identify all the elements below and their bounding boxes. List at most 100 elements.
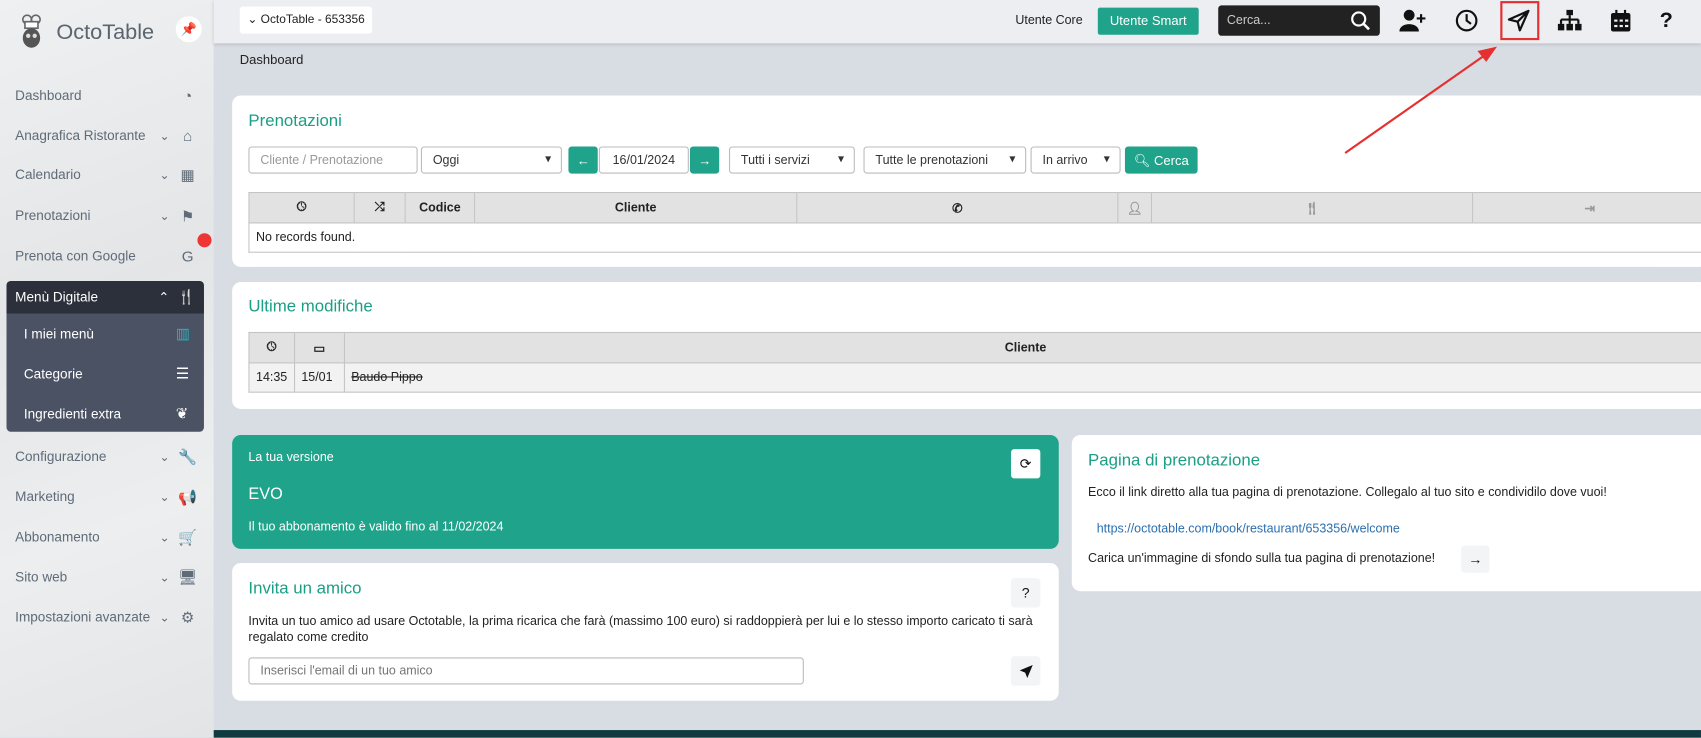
- sitemap-icon[interactable]: [1553, 5, 1586, 35]
- sidebar-item-calendario[interactable]: Calendario ⌄ ▦: [0, 156, 214, 193]
- add-user-icon[interactable]: [1397, 5, 1430, 35]
- annotation-highlight-box: [1500, 1, 1540, 41]
- previous-day-button[interactable]: ←: [568, 146, 598, 174]
- sidebar-subitem-i-miei-menu[interactable]: I miei menù ▥: [7, 314, 204, 354]
- utente-smart-button[interactable]: Utente Smart: [1097, 7, 1199, 35]
- calendar-icon[interactable]: ▭: [293, 331, 345, 364]
- sidebar-item-prenotazioni[interactable]: Prenotazioni ⌄ ⚑: [0, 197, 214, 234]
- cliente-search-input[interactable]: Cliente / Prenotazione: [248, 146, 418, 174]
- breadcrumb: Dashboard: [239, 52, 304, 68]
- sidebar-item-impostazioni-avanzate[interactable]: Impostazioni avanzate ⌄ ⚙: [0, 599, 214, 636]
- paper-plane-icon: [1019, 664, 1033, 678]
- clock-icon[interactable]: [1450, 5, 1483, 35]
- pin-sidebar-button[interactable]: 📌: [175, 16, 202, 43]
- notification-dot: [197, 233, 212, 248]
- ultime-modifiche-table: 🕓︎ ▭ Cliente 14:35 15/01 Baudo Pippo: [248, 331, 1701, 393]
- next-day-button[interactable]: →: [689, 146, 720, 174]
- chevron-down-icon: ⌄: [159, 531, 170, 545]
- sidebar-item-label: Dashboard: [15, 87, 82, 104]
- phone-icon[interactable]: ✆: [796, 192, 1119, 224]
- sidebar-item-label: I miei menù: [23, 325, 94, 342]
- chevron-down-icon: ⌄: [159, 209, 170, 223]
- sidebar-item-marketing[interactable]: Marketing ⌄ 📢: [0, 478, 214, 515]
- row-cliente: Baudo Pippo: [343, 362, 1701, 393]
- dashboard-gauge-icon: ◔: [183, 86, 193, 105]
- prenotazioni-title: Prenotazioni: [248, 111, 342, 131]
- map-icon: ▥: [175, 324, 191, 342]
- sidebar-item-prenota-con-google[interactable]: Prenota con Google G: [0, 238, 214, 275]
- sidebar-item-label: Categorie: [23, 366, 83, 382]
- topbar: ⌄ OctoTable - 653356 Utente Core Utente …: [213, 0, 1701, 44]
- chevron-down-icon: ⌄: [159, 129, 170, 143]
- chevron-down-icon: ⌄: [247, 13, 261, 27]
- status-select[interactable]: In arrivo: [1030, 146, 1121, 174]
- utensils-icon: 🍴: [177, 288, 196, 305]
- help-icon[interactable]: ?: [1650, 5, 1683, 35]
- column-cliente[interactable]: Cliente: [474, 192, 798, 224]
- table-header: 🕓︎ ⤮ Codice Cliente ✆ 👤︎ 🍴︎ ⇥: [248, 192, 1701, 224]
- user-icon[interactable]: 👤︎: [1117, 192, 1153, 224]
- column-codice[interactable]: Codice: [404, 192, 476, 224]
- list-icon: ☰: [175, 364, 190, 382]
- sidebar-item-label: Marketing: [15, 489, 75, 505]
- cerca-button[interactable]: 🔍︎ Cerca: [1124, 146, 1198, 174]
- sidebar-item-menu-digitale[interactable]: Menù Digitale ⌃ 🍴: [6, 280, 204, 314]
- calendar-icon[interactable]: [1604, 5, 1637, 35]
- arrow-right-icon: →: [698, 152, 712, 168]
- period-select[interactable]: Oggi: [420, 146, 562, 174]
- account-label: OctoTable - 653356: [260, 13, 365, 27]
- home-icon: ⌂: [183, 126, 193, 145]
- sidebar-item-configurazione[interactable]: Configurazione ⌄ 🔧: [0, 438, 214, 475]
- booking-page-link[interactable]: https://octotable.com/book/restaurant/65…: [1097, 523, 1400, 536]
- search-icon[interactable]: [1351, 11, 1371, 31]
- sign-in-icon[interactable]: ⇥: [1472, 192, 1701, 224]
- leaf-icon: ❦: [175, 404, 189, 422]
- table-header: 🕓︎ ▭ Cliente: [248, 331, 1701, 364]
- utensils-icon[interactable]: 🍴︎: [1150, 192, 1474, 224]
- megaphone-icon: 📢: [178, 487, 198, 505]
- chef-logo-icon: [21, 14, 41, 48]
- sidebar-item-dashboard[interactable]: Dashboard ◔: [0, 77, 214, 114]
- date-input[interactable]: 16/01/2024: [598, 146, 689, 174]
- table-row: No records found.: [248, 222, 1701, 253]
- sidebar-item-abbonamento[interactable]: Abbonamento ⌄ 🛒: [0, 519, 214, 556]
- sidebar-item-label: Prenota con Google: [15, 248, 136, 264]
- services-select[interactable]: Tutti i servizi: [728, 146, 855, 174]
- friend-email-input[interactable]: [248, 657, 804, 685]
- sidebar-item-label: Prenotazioni: [15, 208, 91, 224]
- sidebar-item-anagrafica-ristorante[interactable]: Anagrafica Ristorante ⌄ ⌂: [0, 117, 214, 154]
- sidebar-subitem-categorie[interactable]: Categorie ☰: [7, 354, 204, 394]
- row-date: 15/01: [293, 362, 345, 393]
- sidebar-subitem-ingredienti-extra[interactable]: Ingredienti extra ❦: [7, 394, 204, 432]
- upload-background-text: Carica un'immagine di sfondo sulla tua p…: [1088, 552, 1436, 566]
- sidebar-item-label: Configurazione: [15, 449, 107, 465]
- wrench-icon: 🔧: [178, 447, 198, 465]
- refresh-button[interactable]: ⟳: [1011, 449, 1041, 479]
- footer-bar: [213, 730, 1701, 738]
- clock-icon[interactable]: 🕓︎: [248, 192, 355, 224]
- help-button[interactable]: ?: [1011, 578, 1041, 608]
- search-input[interactable]: [1218, 5, 1343, 36]
- chevron-down-icon: ⌄: [159, 168, 170, 182]
- brand-name: OctoTable: [56, 20, 155, 45]
- invita-title: Invita un amico: [248, 579, 362, 598]
- cerca-label: Cerca: [1153, 152, 1189, 168]
- column-cliente[interactable]: Cliente: [343, 331, 1701, 364]
- bookings-select[interactable]: Tutte le prenotazioni: [863, 146, 1027, 174]
- chevron-down-icon: ⌄: [159, 571, 170, 585]
- sidebar-item-sito-web[interactable]: Sito web ⌄ 🖥: [0, 559, 214, 596]
- versione-validity: Il tuo abbonamento è valido fino al 11/0…: [248, 520, 504, 534]
- account-selector[interactable]: ⌄ OctoTable - 653356: [239, 6, 373, 34]
- sidebar-item-label: Menù Digitale: [15, 289, 99, 305]
- refresh-icon: ⟳: [1019, 455, 1032, 472]
- utente-core-button[interactable]: Utente Core: [1007, 8, 1092, 35]
- chevron-down-icon: ⌄: [159, 450, 170, 464]
- table-row[interactable]: 14:35 15/01 Baudo Pippo: [248, 362, 1701, 393]
- shuffle-icon[interactable]: ⤮: [353, 192, 406, 224]
- desktop-icon: 🖥: [178, 567, 198, 586]
- clock-icon[interactable]: 🕓︎: [248, 331, 295, 364]
- calendar-icon: ▦: [180, 165, 195, 183]
- sidebar-item-label: Ingredienti extra: [23, 406, 122, 422]
- send-invite-button[interactable]: [1011, 656, 1041, 686]
- upload-background-button[interactable]: →: [1461, 545, 1490, 573]
